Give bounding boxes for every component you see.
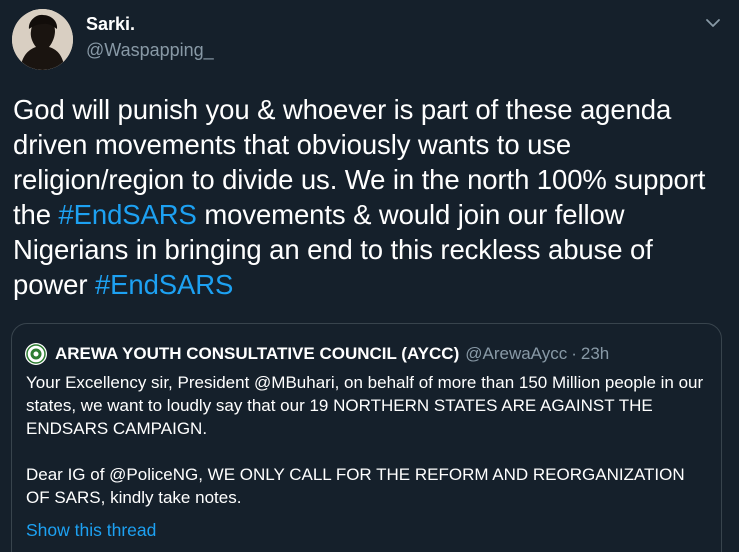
- quoted-paragraph: Dear IG of @PoliceNG, WE ONLY CALL FOR T…: [26, 465, 685, 507]
- quoted-paragraph: Your Excellency sir, President @MBuhari,…: [26, 373, 704, 438]
- profile-avatar-icon: [12, 9, 73, 70]
- quoted-timestamp: 23h: [580, 344, 610, 363]
- quoted-tweet-text: Your Excellency sir, President @MBuhari,…: [26, 371, 712, 509]
- quoted-author-name: AREWA YOUTH CONSULTATIVE COUNCIL (AYCC): [55, 344, 460, 363]
- quoted-tweet-header: AREWA YOUTH CONSULTATIVE COUNCIL (AYCC) …: [25, 342, 609, 366]
- show-thread-link[interactable]: Show this thread: [26, 520, 156, 541]
- tweet: Sarki. @Waspapping_ God will punish you …: [0, 0, 739, 552]
- tweet-text: God will punish you & whoever is part of…: [13, 92, 728, 302]
- quoted-tweet[interactable]: AREWA YOUTH CONSULTATIVE COUNCIL (AYCC) …: [11, 323, 722, 552]
- quoted-author-handle: @ArewaAycc: [465, 344, 568, 363]
- author-handle[interactable]: @Waspapping_: [86, 40, 214, 61]
- more-options-button[interactable]: [700, 12, 726, 34]
- hashtag-link[interactable]: #EndSARS: [95, 269, 233, 300]
- author-name[interactable]: Sarki.: [86, 14, 135, 35]
- hashtag-link[interactable]: #EndSARS: [58, 199, 196, 230]
- separator-dot: ·: [571, 344, 577, 363]
- organization-logo-icon: [26, 344, 46, 364]
- chevron-down-icon: [706, 19, 720, 27]
- author-avatar[interactable]: [12, 9, 73, 70]
- quoted-avatar[interactable]: [25, 343, 47, 365]
